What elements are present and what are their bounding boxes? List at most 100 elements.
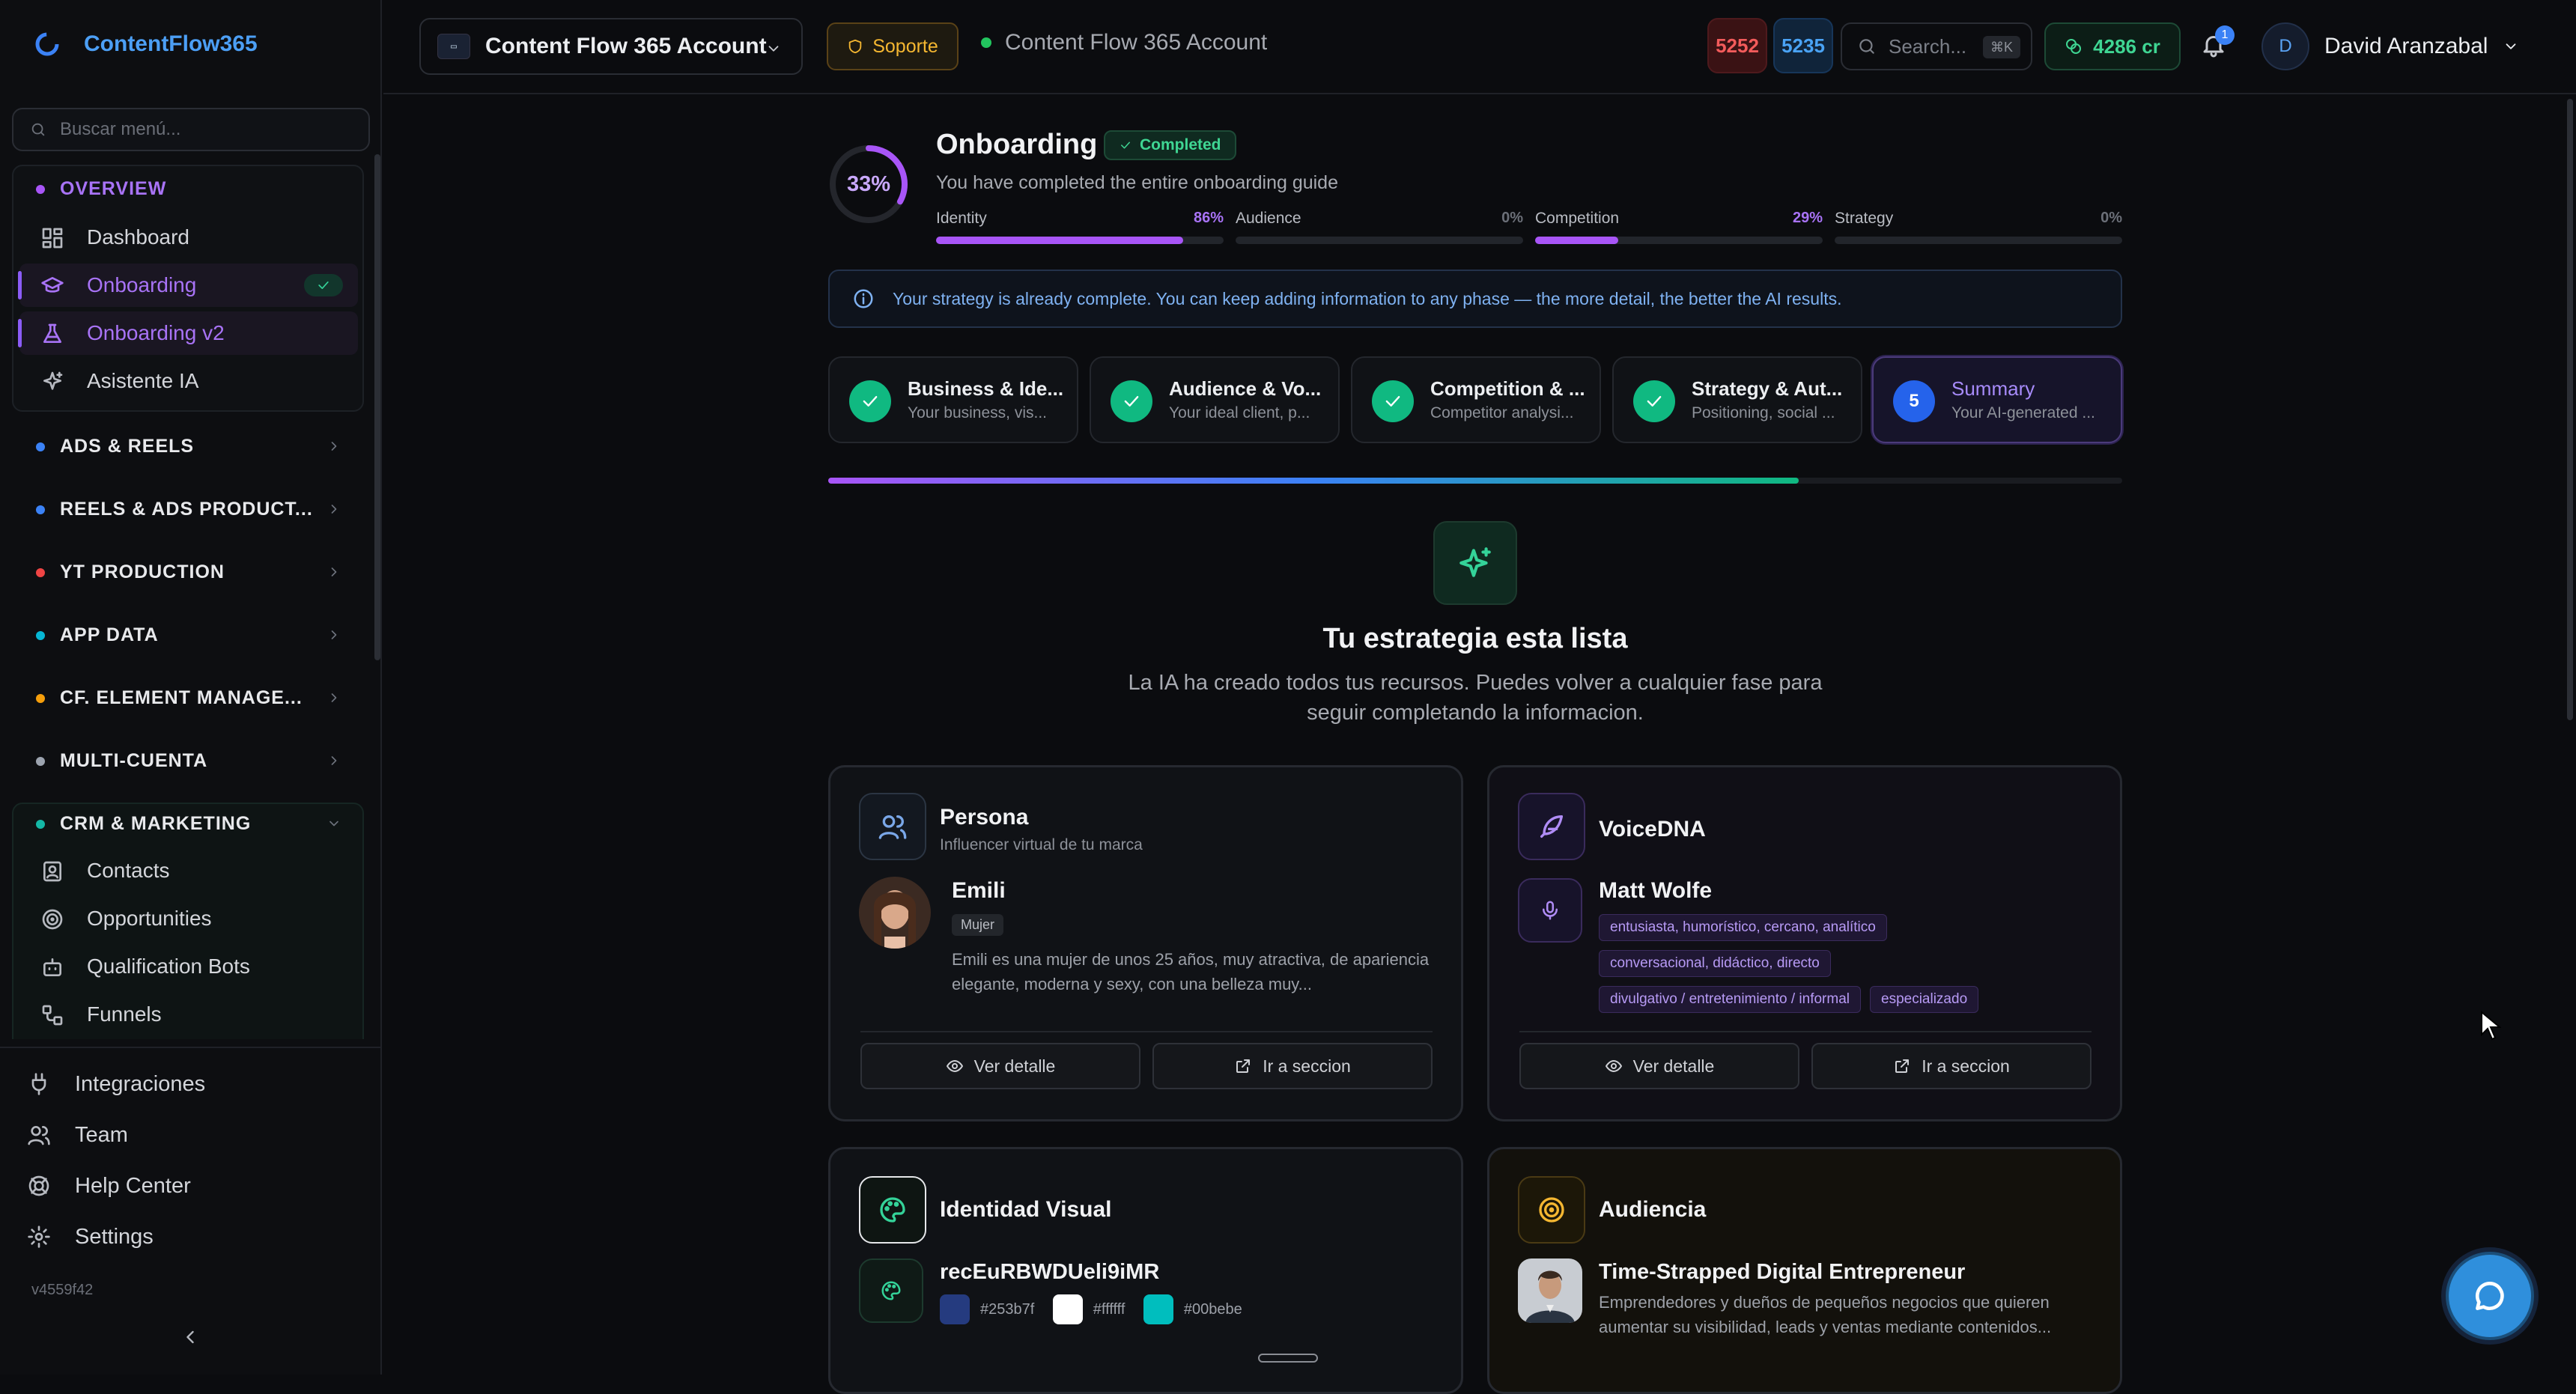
user-menu[interactable]: D David Aranzabal: [2261, 22, 2519, 70]
chat-bubble-icon: [2475, 1282, 2504, 1310]
section-label: REELS & ADS PRODUCT...: [60, 498, 313, 520]
strategy-ready-subtitle: La IA ha creado todos tus recursos. Pued…: [1128, 671, 1823, 725]
shield-icon: [848, 39, 862, 54]
nav-integraciones[interactable]: Integraciones: [27, 1063, 205, 1105]
nav-label: Integraciones: [75, 1071, 206, 1096]
persona-name: Emili: [952, 878, 1006, 903]
progress-audience: Audience 0%: [1236, 210, 1523, 244]
step-summary[interactable]: 5 Summary Your AI-generated ...: [1872, 356, 2122, 443]
step-business-identity[interactable]: Business & Ide... Your business, vis...: [828, 356, 1078, 443]
sidebar-scrollbar[interactable]: [374, 154, 380, 660]
users-icon: [28, 1126, 50, 1145]
search-icon: [1859, 39, 1874, 54]
nav-team[interactable]: Team: [27, 1114, 128, 1156]
sidebar-item-qualification-bots[interactable]: Qualification Bots: [19, 945, 358, 988]
section-reels-ads-product[interactable]: REELS & ADS PRODUCT...: [12, 488, 349, 530]
support-button[interactable]: Soporte: [827, 22, 959, 70]
voice-view-detail-button[interactable]: Ver detalle: [1519, 1043, 1799, 1089]
page-title: Onboarding: [936, 129, 1098, 160]
credits-badge[interactable]: 4286 cr: [2044, 22, 2181, 70]
sidebar-item-funnels[interactable]: Funnels: [19, 993, 358, 1036]
counter-red-badge[interactable]: 5252: [1707, 18, 1767, 73]
section-yt-production[interactable]: YT PRODUCTION: [12, 551, 349, 593]
divider: [1519, 1031, 2092, 1032]
section-crm-marketing[interactable]: CRM & MARKETING: [12, 803, 349, 844]
step-title: Competition & ...: [1430, 377, 1585, 400]
step-check-icon: [1372, 380, 1414, 422]
step-check-icon: [1111, 380, 1152, 422]
sidebar-item-contacts[interactable]: Contacts: [19, 849, 358, 892]
color-swatch[interactable]: #253b7f: [940, 1294, 1034, 1324]
section-dot: [36, 505, 45, 514]
step-competition[interactable]: Competition & ... Competitor analysi...: [1351, 356, 1601, 443]
search-icon: [31, 123, 45, 136]
search-shortcut: ⌘K: [1982, 36, 2020, 58]
color-swatch[interactable]: #00bebe: [1143, 1294, 1242, 1324]
persona-go-section-button[interactable]: Ir a seccion: [1152, 1043, 1433, 1089]
sparkles-icon: [1433, 521, 1517, 605]
collapse-sidebar-icon[interactable]: [180, 1327, 201, 1348]
section-cf-element-manage[interactable]: CF. ELEMENT MANAGE...: [12, 677, 349, 719]
color-swatch[interactable]: #ffffff: [1052, 1294, 1125, 1324]
account-select[interactable]: ▭ Content Flow 365 Account: [419, 18, 803, 75]
section-label: CRM & MARKETING: [60, 812, 252, 834]
persona-view-detail-button[interactable]: Ver detalle: [860, 1043, 1140, 1089]
support-label: Soporte: [872, 35, 938, 57]
progress-strategy: Strategy 0%: [1835, 210, 2122, 244]
external-link-icon: [1236, 1059, 1251, 1073]
swatch-hex: #00bebe: [1183, 1300, 1242, 1318]
nav-label: Team: [75, 1122, 128, 1147]
section-label: YT PRODUCTION: [60, 561, 225, 582]
tone-tag: conversacional, didáctico, directo: [1599, 950, 1831, 977]
section-overview-label: OVERVIEW: [60, 177, 167, 199]
nav-label: Settings: [75, 1224, 154, 1249]
sidebar-item-onboarding-v2[interactable]: Onboarding v2: [18, 311, 358, 355]
overall-progress-fill: [828, 478, 1799, 484]
sidebar-item-label: Funnels: [87, 1002, 162, 1026]
persona-description: Emili es una mujer de unos 25 años, muy …: [952, 950, 1430, 993]
sidebar-item-opportunities[interactable]: Opportunities: [19, 897, 358, 940]
section-app-data[interactable]: APP DATA: [12, 614, 349, 656]
chat-button[interactable]: [2446, 1252, 2534, 1340]
section-label: APP DATA: [60, 624, 159, 645]
sidebar-menu: OVERVIEW Dashboard Onboarding Onboarding…: [4, 154, 374, 1039]
section-dot: [36, 757, 45, 766]
scroll-handle[interactable]: [1258, 1354, 1318, 1363]
sidebar-search-input[interactable]: Buscar menú...: [12, 108, 370, 151]
section-overview[interactable]: OVERVIEW: [12, 168, 349, 210]
sidebar-item-asistente-ia[interactable]: Asistente IA: [19, 359, 358, 403]
sidebar-item-label: Asistente IA: [87, 369, 199, 392]
progress-percent: 0%: [2100, 210, 2122, 226]
voice-go-section-button[interactable]: Ir a seccion: [1811, 1043, 2092, 1089]
counter-blue-badge[interactable]: 5235: [1773, 18, 1833, 73]
step-strategy[interactable]: Strategy & Aut... Positioning, social ..…: [1612, 356, 1862, 443]
gear-icon: [28, 1226, 50, 1248]
nav-settings[interactable]: Settings: [27, 1216, 154, 1258]
button-label: Ver detalle: [1632, 1056, 1715, 1076]
sidebar-item-dashboard[interactable]: Dashboard: [19, 216, 358, 259]
card-title: VoiceDNA: [1599, 817, 1706, 841]
section-multi-cuenta[interactable]: MULTI-CUENTA: [12, 740, 349, 782]
chevron-right-icon: [331, 442, 337, 451]
section-dot: [36, 820, 45, 829]
progress-name: Strategy: [1835, 210, 1894, 227]
progress-track: [1835, 237, 2122, 244]
brand[interactable]: ContentFlow365: [33, 30, 258, 58]
tone-tag: especializado: [1870, 986, 1979, 1013]
account-status: Content Flow 365 Account: [981, 30, 1267, 55]
progress-track: [1535, 237, 1823, 244]
section-ads-reels[interactable]: ADS & REELS: [12, 425, 349, 467]
global-search-input[interactable]: Search... ⌘K: [1841, 22, 2032, 70]
eye-icon: [946, 1060, 963, 1072]
sidebar-item-onboarding[interactable]: Onboarding: [18, 264, 358, 307]
voice-name: Matt Wolfe: [1599, 878, 1713, 903]
notifications-button[interactable]: 1: [2200, 25, 2235, 58]
audience-name: Time-Strapped Digital Entrepreneur: [1599, 1260, 1966, 1284]
step-audience-voice[interactable]: Audience & Vo... Your ideal client, p...: [1090, 356, 1340, 443]
section-dot: [36, 694, 45, 703]
help-circle-icon: [28, 1175, 49, 1196]
nav-help-center[interactable]: Help Center: [27, 1165, 191, 1207]
audience-avatar: [1518, 1258, 1582, 1323]
page-scrollbar[interactable]: [2567, 99, 2573, 720]
tone-tag: divulgativo / entretenimiento / informal: [1599, 986, 1861, 1013]
